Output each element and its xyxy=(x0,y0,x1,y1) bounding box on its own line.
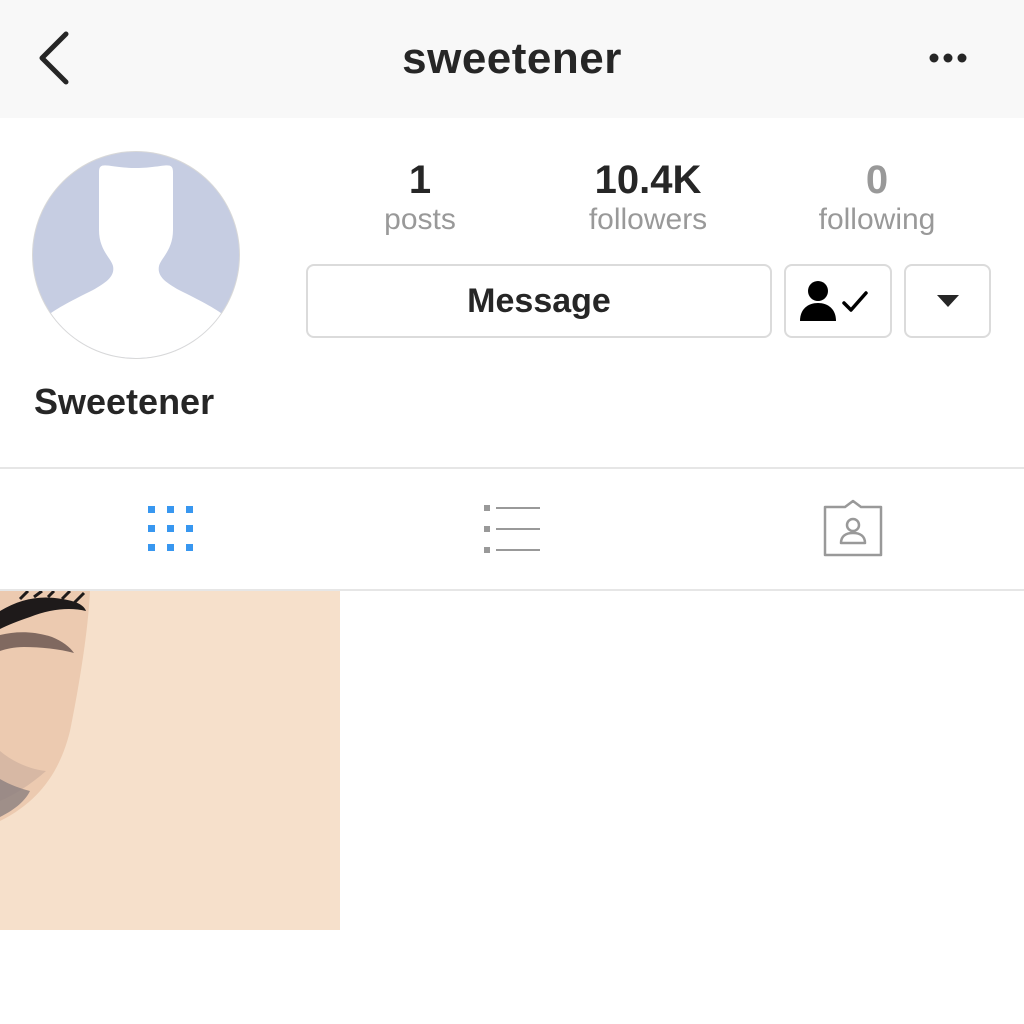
tagged-icon xyxy=(823,499,883,556)
tab-grid[interactable] xyxy=(0,468,341,589)
tab-tagged[interactable] xyxy=(682,468,1024,589)
profile-display-name: Sweetener xyxy=(34,381,215,422)
following-count-label: following xyxy=(818,203,936,236)
following-status-button[interactable] xyxy=(784,264,892,338)
person-check-icon xyxy=(800,281,868,321)
posts-count-label: posts xyxy=(384,203,456,236)
grid-icon xyxy=(147,505,193,551)
followers-count-value: 10.4K xyxy=(594,158,702,202)
suggestions-dropdown-button[interactable] xyxy=(904,264,991,338)
post-thumbnail[interactable] xyxy=(0,591,340,930)
tab-list[interactable] xyxy=(341,468,682,589)
more-options-button[interactable] xyxy=(918,40,978,76)
triangle-down-icon xyxy=(936,295,959,307)
top-nav-bar: sweetener xyxy=(0,0,1024,118)
posts-count-value: 1 xyxy=(408,158,432,202)
page-title: sweetener xyxy=(402,34,622,83)
face-closeup-photo xyxy=(0,591,340,930)
default-avatar-icon xyxy=(47,165,225,358)
followers-count-label: followers xyxy=(588,203,708,236)
followers-count[interactable]: 10.4K followers xyxy=(548,158,748,238)
more-options-icon xyxy=(929,53,967,63)
avatar[interactable] xyxy=(33,152,239,358)
message-button[interactable]: Message xyxy=(306,264,772,338)
following-count[interactable]: 0 following xyxy=(777,158,977,238)
list-icon xyxy=(483,504,540,553)
following-count-value: 0 xyxy=(865,158,889,202)
posts-count[interactable]: 1 posts xyxy=(320,158,520,238)
